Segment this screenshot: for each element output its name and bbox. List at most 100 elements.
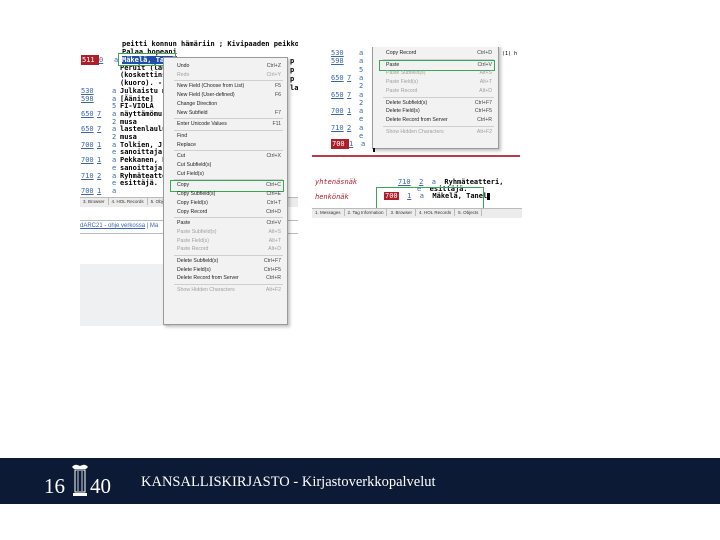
menu-item[interactable]: Paste Field(s) Alt+T (373, 78, 498, 86)
field-indicator: 1 (97, 186, 102, 195)
menu-item[interactable]: Delete Record from Server Ctrl+R (164, 274, 287, 282)
tab[interactable]: 4. HOL Records (109, 198, 148, 205)
menu-item-shortcut: Alt+D (268, 246, 281, 253)
menu-item-label: Paste Record (386, 87, 418, 94)
menu-separator (174, 217, 283, 219)
menu-item[interactable]: Delete Field(s) Ctrl+F5 (164, 266, 287, 274)
menu-item-label: Paste Field(s) (177, 237, 209, 244)
menu-item[interactable]: Change Direction (164, 100, 287, 108)
menu-item[interactable]: Copy Field(s) Ctrl+T (164, 199, 287, 207)
menu-item-shortcut: F5 (274, 83, 281, 90)
help-link[interactable]: dARC21 - ohje verkossa (80, 223, 145, 229)
menu-item-label: New Field (User-defined) (177, 92, 235, 99)
menu-item[interactable]: Cut Field(s) (164, 170, 287, 178)
menu-item-shortcut: Ctrl+Y (266, 71, 281, 78)
menu-item[interactable]: Show Hidden Characters Alt+F2 (164, 286, 287, 294)
field-value: esittäjä. (120, 179, 158, 188)
context-menu-right: Copy Record Ctrl+D Paste Ctrl+V Paste Subfie… (372, 47, 499, 149)
menu-item[interactable]: Paste Record Alt+D (164, 245, 287, 253)
corner-text: (1) h (502, 51, 518, 57)
menu-item-label: Delete Field(s) (386, 108, 420, 115)
menu-item[interactable]: Delete Field(s) Ctrl+F5 (373, 107, 498, 115)
subfield-code: a (361, 140, 366, 149)
menu-item-shortcut: F7 (274, 109, 281, 116)
label-yhtenasnak: yhtenäsnäk (315, 178, 358, 186)
menu-item[interactable]: Show Hidden Characters Alt+F2 (373, 128, 498, 136)
menu-item[interactable]: Copy Record Ctrl+D (164, 208, 287, 216)
right-top-screenshot: 530 a 598 a 5 650 7 a 2 650 7 a 2 700 1 a e 710 2 a e 700 1 a (… (312, 47, 520, 159)
menu-item-label: Delete Field(s) (177, 266, 211, 273)
menu-item-label: New Field (Choose from List) (177, 83, 245, 90)
menu-item[interactable]: Enter Unicode Values F11 (164, 120, 287, 128)
menu-item[interactable]: New Field (Choose from List) F5 (164, 82, 287, 90)
record-field-row[interactable]: 700 1 a (331, 139, 366, 150)
menu-item[interactable]: Paste Subfield(s) Alt+S (164, 228, 287, 236)
menu-item[interactable]: Cut Ctrl+X (164, 152, 287, 160)
menu-item[interactable]: New Field (User-defined) F6 (164, 91, 287, 99)
menu-item[interactable]: Cut Subfield(s) (164, 161, 287, 169)
menu-item-label: Copy Field(s) (177, 199, 208, 206)
menu-separator (383, 125, 494, 127)
menu-item-shortcut: Alt+F2 (265, 287, 281, 294)
menu-separator (174, 255, 283, 256)
record-field-row[interactable]: 700 1 a (81, 186, 120, 196)
menu-item[interactable]: Copy Record Ctrl+D (373, 49, 498, 57)
menu-item[interactable]: Delete Record from Server Ctrl+R (373, 116, 498, 124)
menu-item[interactable]: Undo Ctrl+Z (164, 62, 287, 70)
menu-item-label: Undo (177, 63, 190, 69)
menu-separator (174, 150, 283, 152)
menu-separator (174, 284, 283, 286)
tab[interactable]: 3. Browser (387, 209, 416, 216)
menu-item[interactable]: Paste Field(s) Alt+T (164, 237, 287, 245)
menu-item-shortcut: Alt+T (479, 79, 492, 86)
menu-item-label: Copy Record (386, 50, 417, 56)
menu-item-shortcut: Ctrl+F7 (263, 258, 281, 264)
menu-item[interactable]: Paste Ctrl+V (164, 219, 287, 227)
tab[interactable]: 3. Browser (80, 198, 109, 205)
menu-item-shortcut: Ctrl+F5 (474, 108, 492, 115)
menu-item-label: Delete Subfield(s) (386, 99, 428, 106)
menu-item-label: Paste (177, 220, 191, 227)
menu-item[interactable]: Find (164, 132, 287, 140)
fragment-text: la (290, 84, 298, 92)
tab[interactable]: 2. Tag Information (345, 209, 388, 216)
menu-item-label: Paste Record (177, 246, 209, 253)
tab[interactable]: 5. Objects (455, 209, 483, 216)
menu-item-label: Delete Record from Server (177, 275, 239, 282)
menu-item-label: Cut Field(s) (177, 170, 204, 177)
menu-item[interactable]: Delete Subfield(s) Ctrl+F7 (164, 257, 287, 265)
menu-separator (383, 96, 494, 98)
link-separator: | Ma (146, 223, 159, 229)
tab[interactable]: 4. HOL Records (416, 209, 456, 216)
label-henkonak: henkönäk (315, 193, 349, 201)
divider-line (312, 155, 520, 157)
menu-item[interactable]: Copy Subfield(s) Ctrl+E (164, 190, 287, 198)
menu-item-shortcut: Ctrl+E (266, 191, 281, 198)
footer-title: KANSALLISKIRJASTO - Kirjastoverkkopalvel… (141, 474, 436, 490)
menu-item[interactable]: New Subfield F7 (164, 109, 287, 117)
menu-item-shortcut: Ctrl+D (477, 50, 492, 56)
menu-item-label: Copy Record (177, 208, 208, 215)
menu-item-shortcut: Ctrl+X (266, 153, 281, 160)
menu-item[interactable]: Replace (164, 141, 287, 149)
menu-item[interactable]: Paste Record Alt+D (373, 87, 498, 95)
menu-separator (174, 129, 283, 131)
menu-item-label: Paste Field(s) (386, 79, 418, 86)
menu-item[interactable]: Paste Subfield(s) Alt+S (373, 69, 498, 77)
menu-item-label: Delete Record from Server (386, 116, 448, 123)
menu-item-shortcut: Ctrl+R (266, 275, 281, 282)
menu-item-shortcut: Ctrl+T (266, 199, 281, 206)
footer-bar: 16 40 KANSALLISKIRJASTO - Kirjastoverkko… (0, 458, 720, 504)
menu-item-shortcut: Alt+T (268, 237, 281, 244)
logo: 16 40 (42, 461, 122, 501)
tab[interactable]: 1. Messages (312, 209, 345, 216)
menu-item-label: Enter Unicode Values (177, 121, 227, 128)
menu-item-shortcut: Ctrl+F5 (263, 266, 281, 273)
menu-item-shortcut: Ctrl+F7 (474, 99, 492, 106)
menu-item[interactable]: Redo Ctrl+Y (164, 71, 287, 79)
menu-item-shortcut: Alt+F2 (476, 128, 492, 135)
menu-item-shortcut: Ctrl+Z (266, 63, 281, 69)
text-cursor (487, 192, 491, 200)
bottom-tab-bar: 1. Messages 2. Tag Information 3. Browser 4… (312, 208, 522, 218)
menu-item[interactable]: Delete Subfield(s) Ctrl+F7 (373, 99, 498, 107)
